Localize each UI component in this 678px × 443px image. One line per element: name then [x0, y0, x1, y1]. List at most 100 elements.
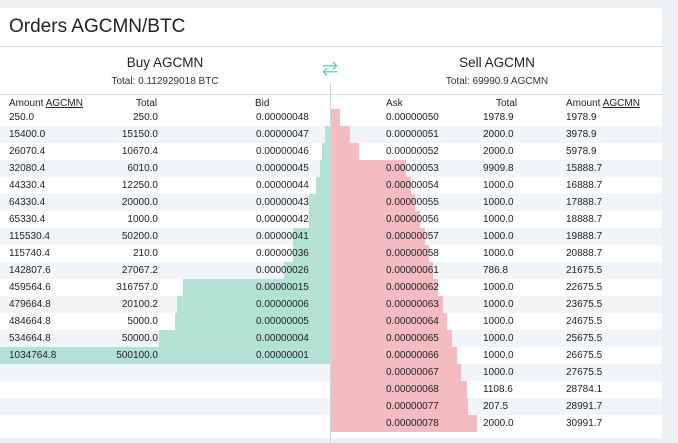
- ask-price-cell[interactable]: 0.00000063: [386, 299, 439, 310]
- order-row: 32080.4 6010.0 0.00000045 0.00000053 9909.8 1…: [0, 160, 662, 177]
- ask-price-cell[interactable]: 0.00000061: [386, 265, 439, 276]
- ask-price-cell[interactable]: 0.00000058: [386, 248, 439, 259]
- sell-amount-cell: 23675.5: [566, 299, 603, 310]
- sell-total-cell: 1000.0: [483, 350, 514, 361]
- buy-amount-cell: 1034764.8: [9, 350, 57, 361]
- sell-amount-cell: 28784.1: [566, 384, 603, 395]
- buy-total-cell: 1000.0: [127, 214, 158, 225]
- bid-price-cell[interactable]: 0.00000006: [256, 299, 309, 310]
- ask-price-cell[interactable]: 0.00000051: [386, 129, 439, 140]
- ask-price-cell[interactable]: 0.00000066: [386, 350, 439, 361]
- bid-header: Bid: [255, 98, 270, 109]
- bid-price-cell[interactable]: 0.00000045: [256, 163, 309, 174]
- ask-price-cell[interactable]: 0.00000067: [386, 367, 439, 378]
- buy-amount-cell: 459564.6: [9, 282, 51, 293]
- buy-row-stripe: [0, 381, 330, 398]
- sell-total-cell: 9909.8: [483, 163, 514, 174]
- ask-price-cell[interactable]: 0.00000055: [386, 197, 439, 208]
- buy-amount-cell: 65330.4: [9, 214, 46, 225]
- sell-amount-currency-link[interactable]: AGCMN: [603, 98, 640, 109]
- buy-total-cell: 27067.2: [121, 265, 158, 276]
- sell-heading: Sell AGCMN: [459, 55, 535, 70]
- ask-price-cell[interactable]: 0.00000065: [386, 333, 439, 344]
- sell-total-cell: 1000.0: [483, 333, 514, 344]
- bid-price-cell[interactable]: 0.00000026: [256, 265, 309, 276]
- sell-total-cell: 1000.0: [483, 197, 514, 208]
- buy-total-cell: 50200.0: [121, 231, 158, 242]
- ask-price-cell[interactable]: 0.00000054: [386, 180, 439, 191]
- bid-price-cell[interactable]: 0.00000036: [256, 248, 309, 259]
- buy-heading: Buy AGCMN: [126, 55, 204, 70]
- buy-amount-currency-link[interactable]: AGCMN: [46, 98, 83, 109]
- ask-price-cell[interactable]: 0.00000057: [386, 231, 439, 242]
- order-row: 0.00000078 2000.0 30991.7: [0, 415, 662, 432]
- bid-price-cell[interactable]: 0.00000047: [256, 129, 309, 140]
- sell-total-cell: 1000.0: [483, 316, 514, 327]
- ask-price-cell[interactable]: 0.00000053: [386, 163, 439, 174]
- order-row: 0.00000067 1000.0 27675.5: [0, 364, 662, 381]
- bid-price-cell[interactable]: 0.00000041: [256, 231, 309, 242]
- buy-total-cell: 12250.0: [121, 180, 158, 191]
- sell-total-cell: 1000.0: [483, 231, 514, 242]
- buy-total-cell: 6010.0: [127, 163, 158, 174]
- buy-total-cell: 20100.2: [121, 299, 158, 310]
- sell-amount-cell: 25675.5: [566, 333, 603, 344]
- sell-amount-cell: 1978.9: [566, 112, 597, 123]
- order-row: 0.00000068 1108.6 28784.1: [0, 381, 662, 398]
- order-row: 0.00000077 207.5 28991.7: [0, 398, 662, 415]
- buy-amount-cell: 26070.4: [9, 146, 46, 157]
- ask-price-cell[interactable]: 0.00000052: [386, 146, 439, 157]
- bid-price-cell[interactable]: 0.00000042: [256, 214, 309, 225]
- sell-amount-cell: 26675.5: [566, 350, 603, 361]
- buy-total-header: Total: [136, 98, 158, 109]
- sell-total-cell: 207.5: [483, 401, 509, 412]
- bid-price-cell[interactable]: 0.00000043: [256, 197, 309, 208]
- sell-amount-cell: 27675.5: [566, 367, 603, 378]
- sell-total-cell: 1000.0: [483, 367, 514, 378]
- ask-price-cell[interactable]: 0.00000062: [386, 282, 439, 293]
- ask-price-cell[interactable]: 0.00000068: [386, 384, 439, 395]
- sell-total-cell: 1000.0: [483, 282, 514, 293]
- bid-price-cell[interactable]: 0.00000004: [256, 333, 309, 344]
- order-row: 1034764.8 500100.0 0.00000001 0.00000066 100…: [0, 347, 662, 364]
- ask-price-cell[interactable]: 0.00000050: [386, 112, 439, 123]
- buy-amount-cell: 479664.8: [9, 299, 51, 310]
- bid-price-cell[interactable]: 0.00000015: [256, 282, 309, 293]
- sell-amount-cell: 15888.7: [566, 163, 603, 174]
- ask-price-cell[interactable]: 0.00000077: [386, 401, 439, 412]
- sell-amount-header: Amount AGCMN: [566, 98, 640, 109]
- buy-amount-cell: 250.0: [9, 112, 35, 123]
- buy-total-cell: 5000.0: [127, 316, 158, 327]
- order-row: 115530.4 50200.0 0.00000041 0.00000057 1000.…: [0, 228, 662, 245]
- sell-total-cell: 1000.0: [483, 299, 514, 310]
- panel-title: Orders AGCMN/BTC: [0, 8, 662, 47]
- ask-price-cell[interactable]: 0.00000078: [386, 418, 439, 429]
- sell-amount-cell: 3978.9: [566, 129, 597, 140]
- bid-price-cell[interactable]: 0.00000001: [256, 350, 309, 361]
- ask-price-cell[interactable]: 0.00000064: [386, 316, 439, 327]
- buy-depth-bar: [309, 211, 330, 228]
- order-rows: 250.0 250.0 0.00000048 0.00000050 1978.9 1978…: [0, 109, 662, 438]
- bid-price-cell[interactable]: 0.00000046: [256, 146, 309, 157]
- sell-amount-cell: 21675.5: [566, 265, 603, 276]
- sell-amount-cell: 16888.7: [566, 180, 603, 191]
- order-row: 15400.0 15150.0 0.00000047 0.00000051 2000.0…: [0, 126, 662, 143]
- sell-total: Total: 69990.9 AGCMN: [445, 76, 549, 87]
- sell-total-cell: 1000.0: [483, 214, 514, 225]
- order-row: 479664.8 20100.2 0.00000006 0.00000063 1000.…: [0, 296, 662, 313]
- ask-price-cell[interactable]: 0.00000056: [386, 214, 439, 225]
- bid-price-cell[interactable]: 0.00000044: [256, 180, 309, 191]
- sell-amount-cell: 24675.5: [566, 316, 603, 327]
- buy-amount-cell: 484664.8: [9, 316, 51, 327]
- buy-total-cell: 250.0: [132, 112, 158, 123]
- sell-total-cell: 1108.6: [483, 384, 513, 395]
- order-row: 142807.6 27067.2 0.00000026 0.00000061 786.8…: [0, 262, 662, 279]
- buy-total-cell: 210.0: [132, 248, 158, 259]
- buy-total-cell: 15150.0: [121, 129, 158, 140]
- sell-total-cell: 2000.0: [483, 129, 514, 140]
- book-divider: [330, 83, 331, 443]
- sell-amount-cell: 28991.7: [566, 401, 603, 412]
- bid-price-cell[interactable]: 0.00000005: [256, 316, 309, 327]
- bid-price-cell[interactable]: 0.00000048: [256, 112, 309, 123]
- order-book-headings: Buy AGCMN Total: 0.112929018 BTC ⇄ Sell …: [0, 47, 662, 95]
